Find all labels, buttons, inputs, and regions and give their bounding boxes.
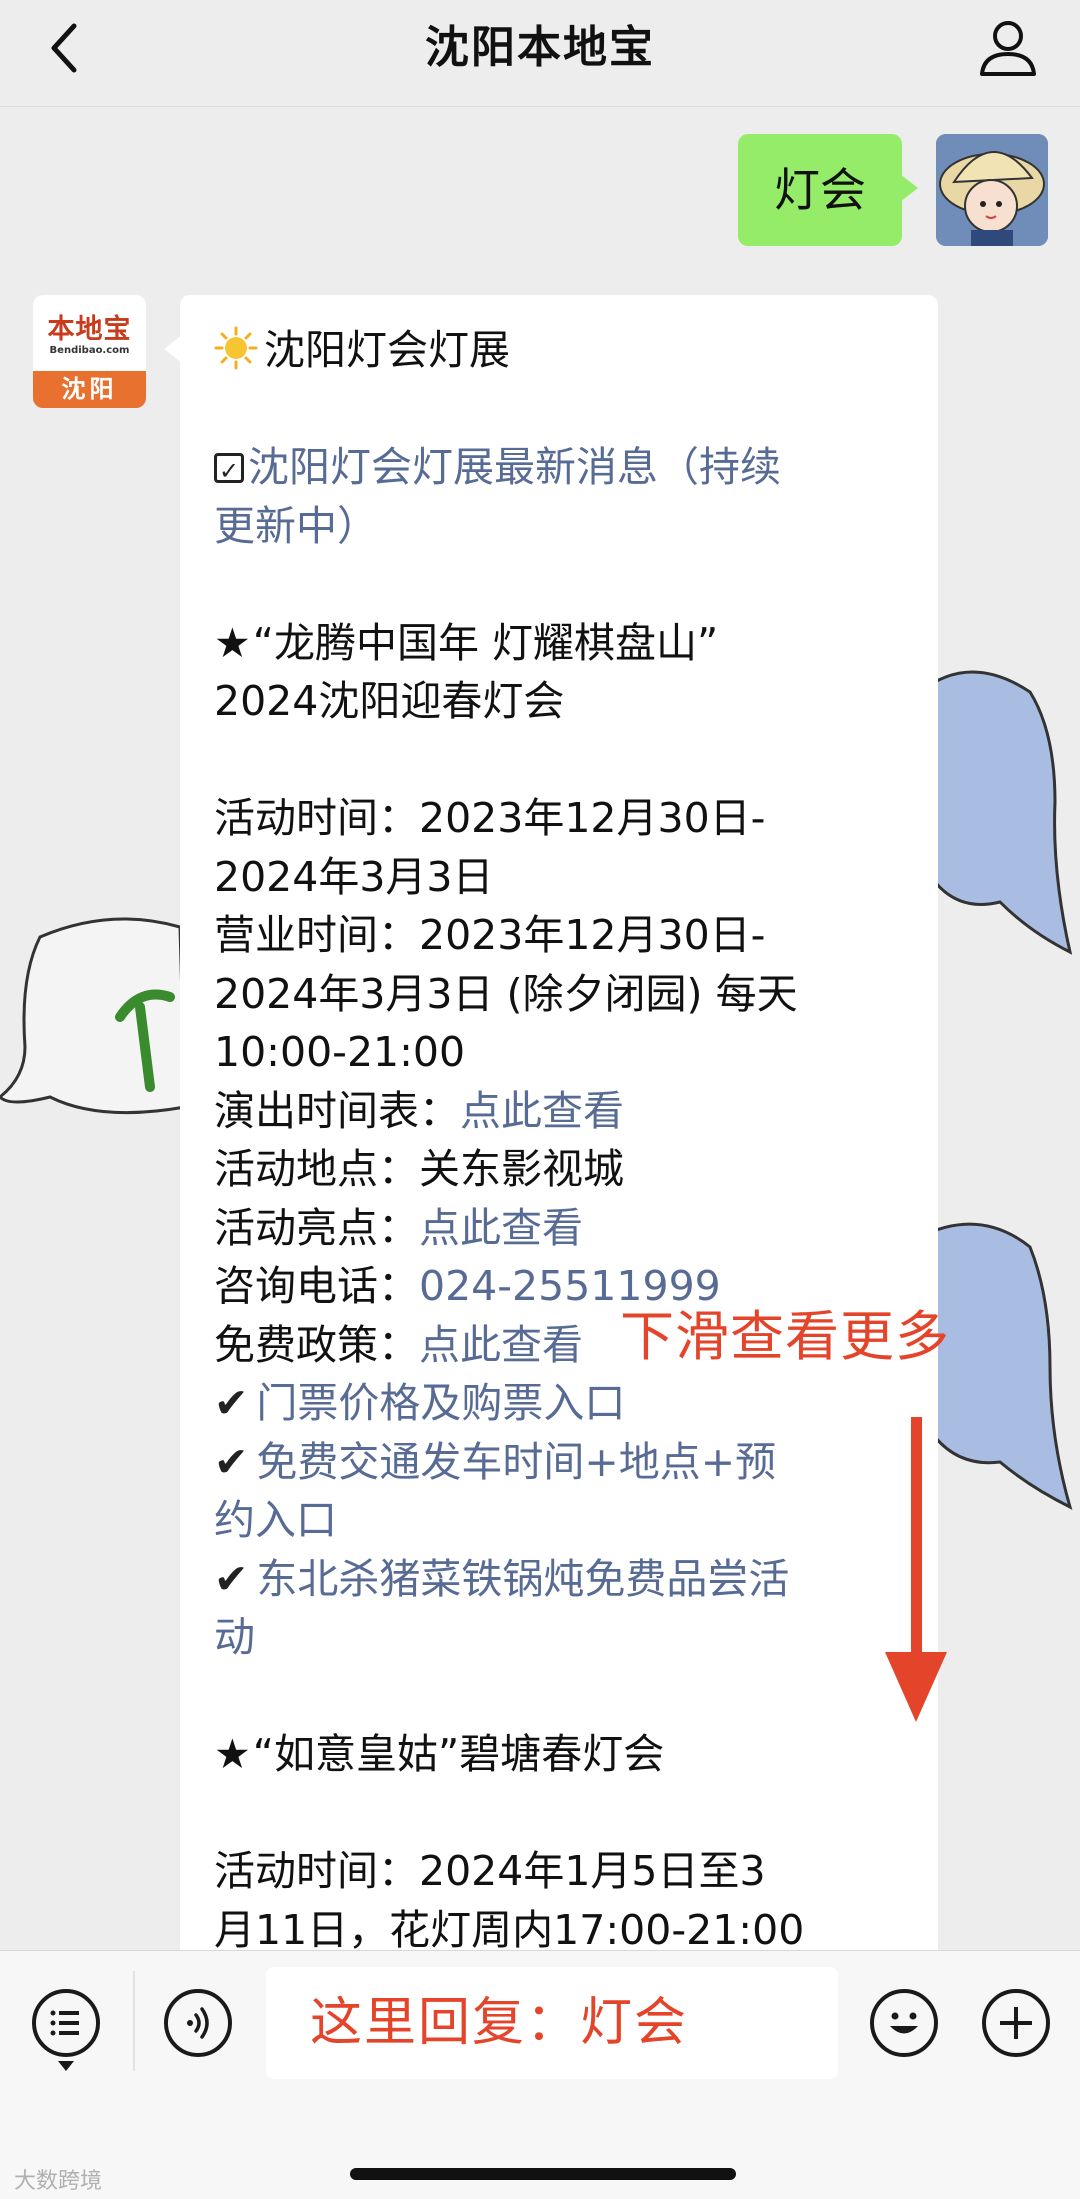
nav-bar: 沈阳本地宝 [0, 0, 1080, 107]
activity-time-value: 2023年12月30日- [419, 794, 766, 842]
event2-time-value-continued: 月11日，花灯周内17:00-21:00 [214, 1905, 805, 1951]
down-arrow-icon [885, 1417, 947, 1722]
activity-time-label: 活动时间： [214, 794, 419, 842]
user-avatar[interactable] [936, 134, 1048, 246]
location-label: 活动地点： [214, 1145, 419, 1193]
divider [133, 1971, 135, 2071]
incoming-message-bubble: 沈阳灯会灯展 ✓ 沈阳灯会灯展最新消息（持续 更新中） ★“龙腾中国年 灯耀棋盘山… [164, 295, 938, 1950]
news-link-continued[interactable]: 更新中） [214, 502, 378, 550]
message-input[interactable]: 这里回复：灯会 [266, 1967, 838, 2079]
message-heading: 沈阳灯会灯展 [264, 326, 510, 374]
shuttle-link[interactable]: 免费交通发车时间+地点+预 [256, 1438, 776, 1486]
event2-title: “如意皇姑”碧塘春灯会 [252, 1730, 665, 1778]
food-link[interactable]: 东北杀猪菜铁锅炖免费品尝活 [256, 1555, 789, 1603]
chat-area[interactable]: 灯会 本地宝 Bendibao.com 沈阳 沈阳灯会灯展 ✓ 沈阳灯会灯展最新… [0, 107, 1080, 1950]
event2-time-label: 活动时间： [214, 1847, 419, 1895]
check-mark-icon: ✔ [214, 1437, 249, 1486]
voice-icon [187, 2007, 209, 2039]
message-text: 沈阳灯会灯展 ✓ 沈阳灯会灯展最新消息（持续 更新中） ★“龙腾中国年 灯耀棋盘山… [214, 321, 904, 1950]
user-avatar-image-icon [936, 134, 1048, 246]
more-button[interactable] [982, 1989, 1050, 2057]
menu-list-icon [50, 2010, 79, 2036]
emoji-button[interactable] [870, 1989, 938, 2057]
check-mark-icon: ✔ [214, 1379, 249, 1427]
profile-icon[interactable] [976, 16, 1040, 80]
event2-time-value: 2024年1月5日至3 [419, 1847, 766, 1895]
logo-text: 本地宝 [47, 314, 132, 345]
checkbox-icon: ✓ [214, 453, 244, 485]
food-link-continued[interactable]: 动 [214, 1613, 255, 1661]
event1-title-continued: 2024沈阳迎春灯会 [214, 677, 565, 725]
phone-label: 咨询电话： [214, 1262, 419, 1310]
check-mark-icon: ✔ [214, 1554, 249, 1603]
location-value: 关东影视城 [419, 1145, 624, 1193]
business-hours: 10:00-21:00 [214, 1028, 466, 1076]
business-time-value: 2023年12月30日- [419, 911, 766, 959]
emoji-icon [890, 2012, 918, 2034]
show-schedule-link[interactable]: 点此查看 [460, 1087, 624, 1135]
star-icon: ★ [214, 618, 251, 667]
news-link[interactable]: 沈阳灯会灯展最新消息（持续 [248, 443, 781, 491]
event1-title: “龙腾中国年 灯耀棋盘山” [252, 618, 719, 667]
home-indicator[interactable] [350, 2168, 736, 2180]
business-time-value-continued: 2024年3月3日 (除夕闭园) 每天 [214, 969, 798, 1018]
logo-city: 沈阳 [33, 371, 146, 408]
shuttle-link-continued[interactable]: 约入口 [214, 1496, 337, 1544]
ticket-link[interactable]: 门票价格及购票入口 [256, 1379, 625, 1427]
star-icon: ★ [214, 1730, 251, 1778]
chat-background-doodle-icon [0, 917, 187, 1115]
highlights-link[interactable]: 点此查看 [419, 1204, 583, 1252]
input-bar: 这里回复：灯会 大数跨境 [0, 1950, 1080, 2199]
show-schedule-label: 演出时间表： [214, 1086, 460, 1135]
menu-button[interactable] [32, 1989, 100, 2057]
watermark: 大数跨境 [14, 2169, 103, 2194]
logo-site: Bendibao.com [49, 345, 130, 356]
chevron-down-icon [58, 2061, 74, 2071]
bot-avatar[interactable]: 本地宝 Bendibao.com 沈阳 [33, 295, 146, 408]
highlights-label: 活动亮点： [214, 1203, 419, 1252]
scroll-hint-text: 下滑查看更多 [620, 1305, 950, 1368]
free-policy-label: 免费政策： [214, 1320, 419, 1369]
page-title: 沈阳本地宝 [425, 22, 655, 73]
outgoing-message-bubble[interactable]: 灯会 [738, 134, 918, 246]
business-time-label: 营业时间： [214, 911, 419, 959]
sun-icon [214, 326, 258, 370]
plus-icon [1000, 2007, 1032, 2039]
activity-time-value-continued: 2024年3月3日 [214, 852, 494, 901]
voice-button[interactable] [164, 1989, 232, 2057]
free-policy-link[interactable]: 点此查看 [419, 1321, 583, 1369]
